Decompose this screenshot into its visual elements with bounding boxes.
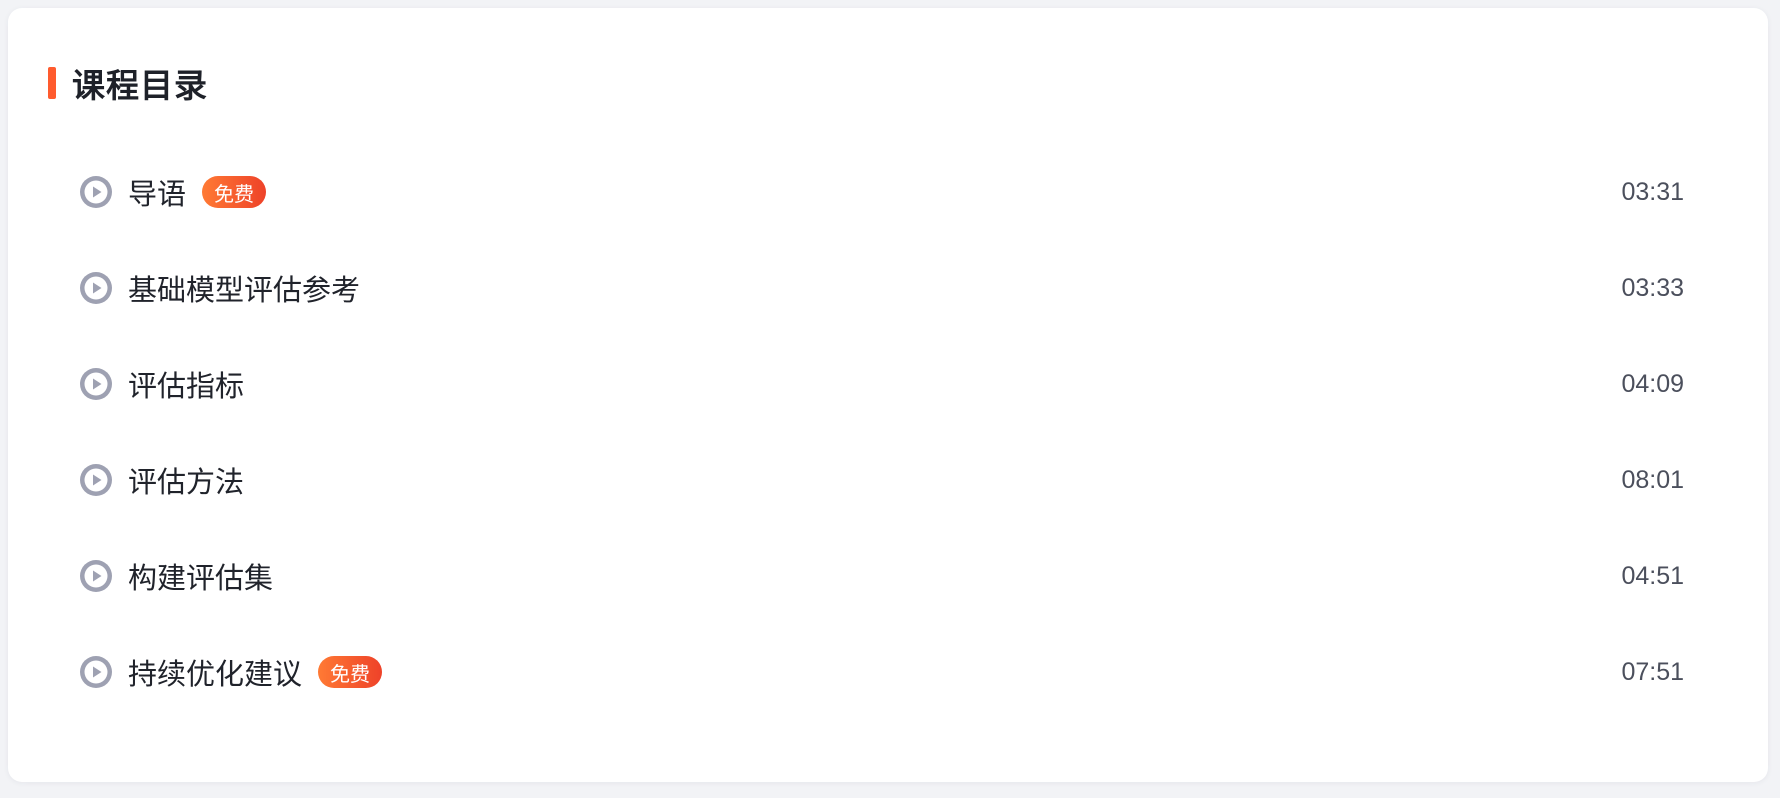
play-circle-icon[interactable] — [79, 367, 113, 401]
lesson-item[interactable]: 评估方法 08:01 — [8, 432, 1768, 528]
play-circle-icon[interactable] — [79, 655, 113, 689]
course-catalog-card: 课程目录 导语 免费 03:31 基础模型评估参考 03:33 评估指标 04:… — [8, 8, 1768, 782]
play-circle-icon[interactable] — [79, 559, 113, 593]
lesson-item[interactable]: 持续优化建议 免费 07:51 — [8, 624, 1768, 720]
play-circle-icon[interactable] — [79, 463, 113, 497]
lesson-list: 导语 免费 03:31 基础模型评估参考 03:33 评估指标 04:09 评估… — [8, 144, 1768, 720]
lesson-item[interactable]: 导语 免费 03:31 — [8, 144, 1768, 240]
free-badge: 免费 — [318, 656, 383, 688]
lesson-title[interactable]: 构建评估集 — [128, 555, 273, 597]
lesson-duration: 03:31 — [1621, 177, 1684, 206]
lesson-title-wrap: 评估指标 — [128, 336, 244, 432]
lesson-item[interactable]: 构建评估集 04:51 — [8, 528, 1768, 624]
lesson-duration: 08:01 — [1621, 465, 1684, 494]
lesson-duration: 07:51 — [1621, 657, 1684, 686]
lesson-title-wrap: 持续优化建议 免费 — [128, 624, 383, 720]
lesson-duration: 04:09 — [1621, 369, 1684, 398]
lesson-title-wrap: 导语 免费 — [128, 144, 267, 240]
lesson-title[interactable]: 评估指标 — [128, 363, 244, 405]
lesson-item[interactable]: 基础模型评估参考 03:33 — [8, 240, 1768, 336]
title-accent-bar — [48, 67, 56, 99]
lesson-duration: 03:33 — [1621, 273, 1684, 302]
free-badge: 免费 — [202, 176, 267, 208]
lesson-title[interactable]: 导语 — [128, 171, 186, 213]
lesson-title-wrap: 构建评估集 — [128, 528, 273, 624]
play-circle-icon[interactable] — [79, 271, 113, 305]
lesson-title-wrap: 评估方法 — [128, 432, 244, 528]
lesson-title[interactable]: 评估方法 — [128, 459, 244, 501]
section-title: 课程目录 — [72, 66, 208, 105]
lesson-title[interactable]: 基础模型评估参考 — [128, 267, 360, 309]
section-header: 课程目录 — [48, 64, 208, 105]
lesson-title[interactable]: 持续优化建议 — [128, 651, 302, 693]
lesson-title-wrap: 基础模型评估参考 — [128, 240, 360, 336]
lesson-item[interactable]: 评估指标 04:09 — [8, 336, 1768, 432]
play-circle-icon[interactable] — [79, 175, 113, 209]
lesson-duration: 04:51 — [1621, 561, 1684, 590]
